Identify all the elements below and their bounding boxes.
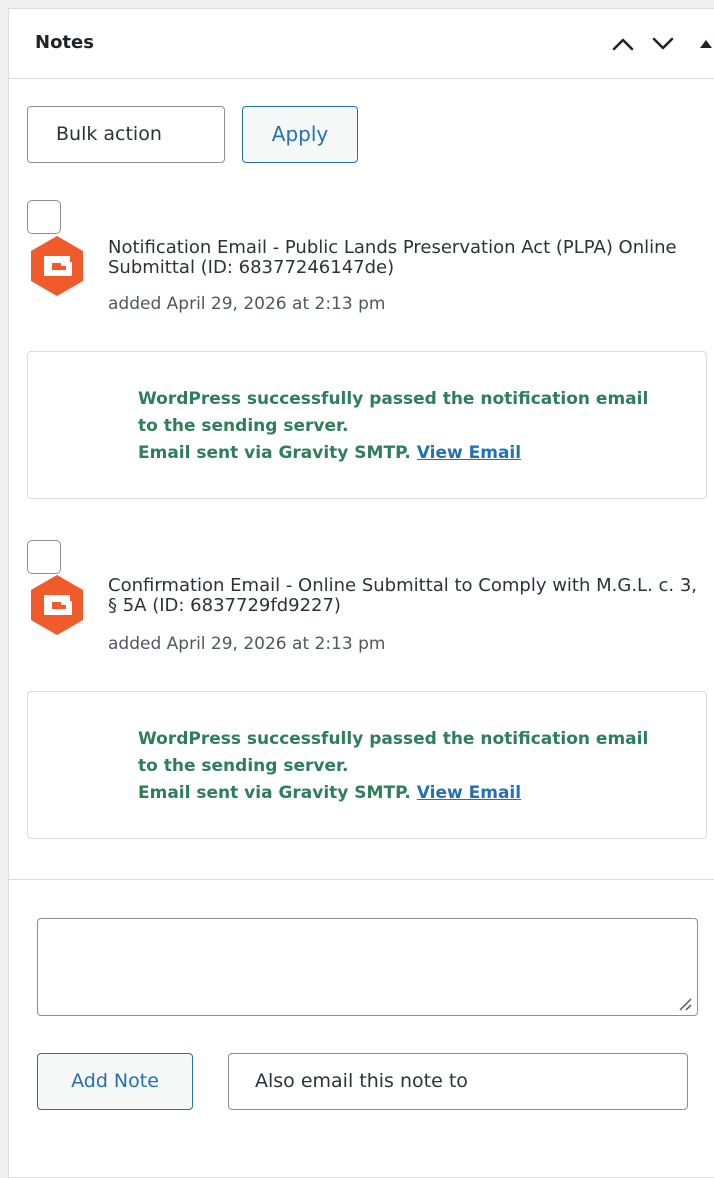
note-date: added April 29, 2026 at 2:13 pm	[108, 634, 386, 654]
view-email-link[interactable]: View Email	[417, 443, 521, 463]
toggle-panel-button[interactable]	[692, 31, 714, 57]
gravity-forms-icon	[31, 575, 83, 635]
apply-button[interactable]: Apply	[242, 106, 358, 163]
note-message-line: Email sent via Gravity SMTP.	[138, 783, 411, 803]
note-checkbox[interactable]	[27, 540, 61, 574]
move-down-button[interactable]	[649, 31, 677, 57]
note-message-line: to the sending server.	[138, 416, 349, 436]
note-date: added April 29, 2026 at 2:13 pm	[108, 294, 386, 314]
resize-handle-icon[interactable]	[677, 996, 693, 1012]
note-message-box: WordPress successfully passed the notifi…	[27, 691, 707, 839]
divider	[9, 879, 714, 880]
note-title: Notification Email - Public Lands Preser…	[108, 237, 677, 278]
note-message-box: WordPress successfully passed the notifi…	[27, 351, 707, 499]
gravity-forms-icon	[31, 236, 83, 296]
panel-title: Notes	[35, 32, 94, 53]
view-email-link[interactable]: View Email	[417, 783, 521, 803]
notes-panel: Notes Bulk action Apply Notification Ema…	[8, 8, 714, 1178]
note-message-line: to the sending server.	[138, 756, 349, 776]
add-note-button[interactable]: Add Note	[37, 1053, 193, 1110]
note-message: WordPress successfully passed the notifi…	[138, 386, 658, 467]
note-title: Confirmation Email - Online Submittal to…	[108, 575, 698, 616]
note-message-line: WordPress successfully passed the notifi…	[138, 729, 649, 749]
note-message-line: WordPress successfully passed the notifi…	[138, 389, 649, 409]
note-message-line: Email sent via Gravity SMTP.	[138, 443, 411, 463]
move-up-button[interactable]	[609, 31, 637, 57]
note-textarea[interactable]	[37, 918, 698, 1016]
triangle-up-icon	[700, 40, 712, 48]
note-message: WordPress successfully passed the notifi…	[138, 726, 658, 807]
panel-header: Notes	[9, 9, 714, 79]
email-note-select[interactable]: Also email this note to	[228, 1053, 688, 1110]
bulk-action-select[interactable]: Bulk action	[27, 106, 225, 163]
note-checkbox[interactable]	[27, 200, 61, 234]
chevron-up-icon	[612, 38, 634, 51]
chevron-down-icon	[652, 37, 674, 50]
